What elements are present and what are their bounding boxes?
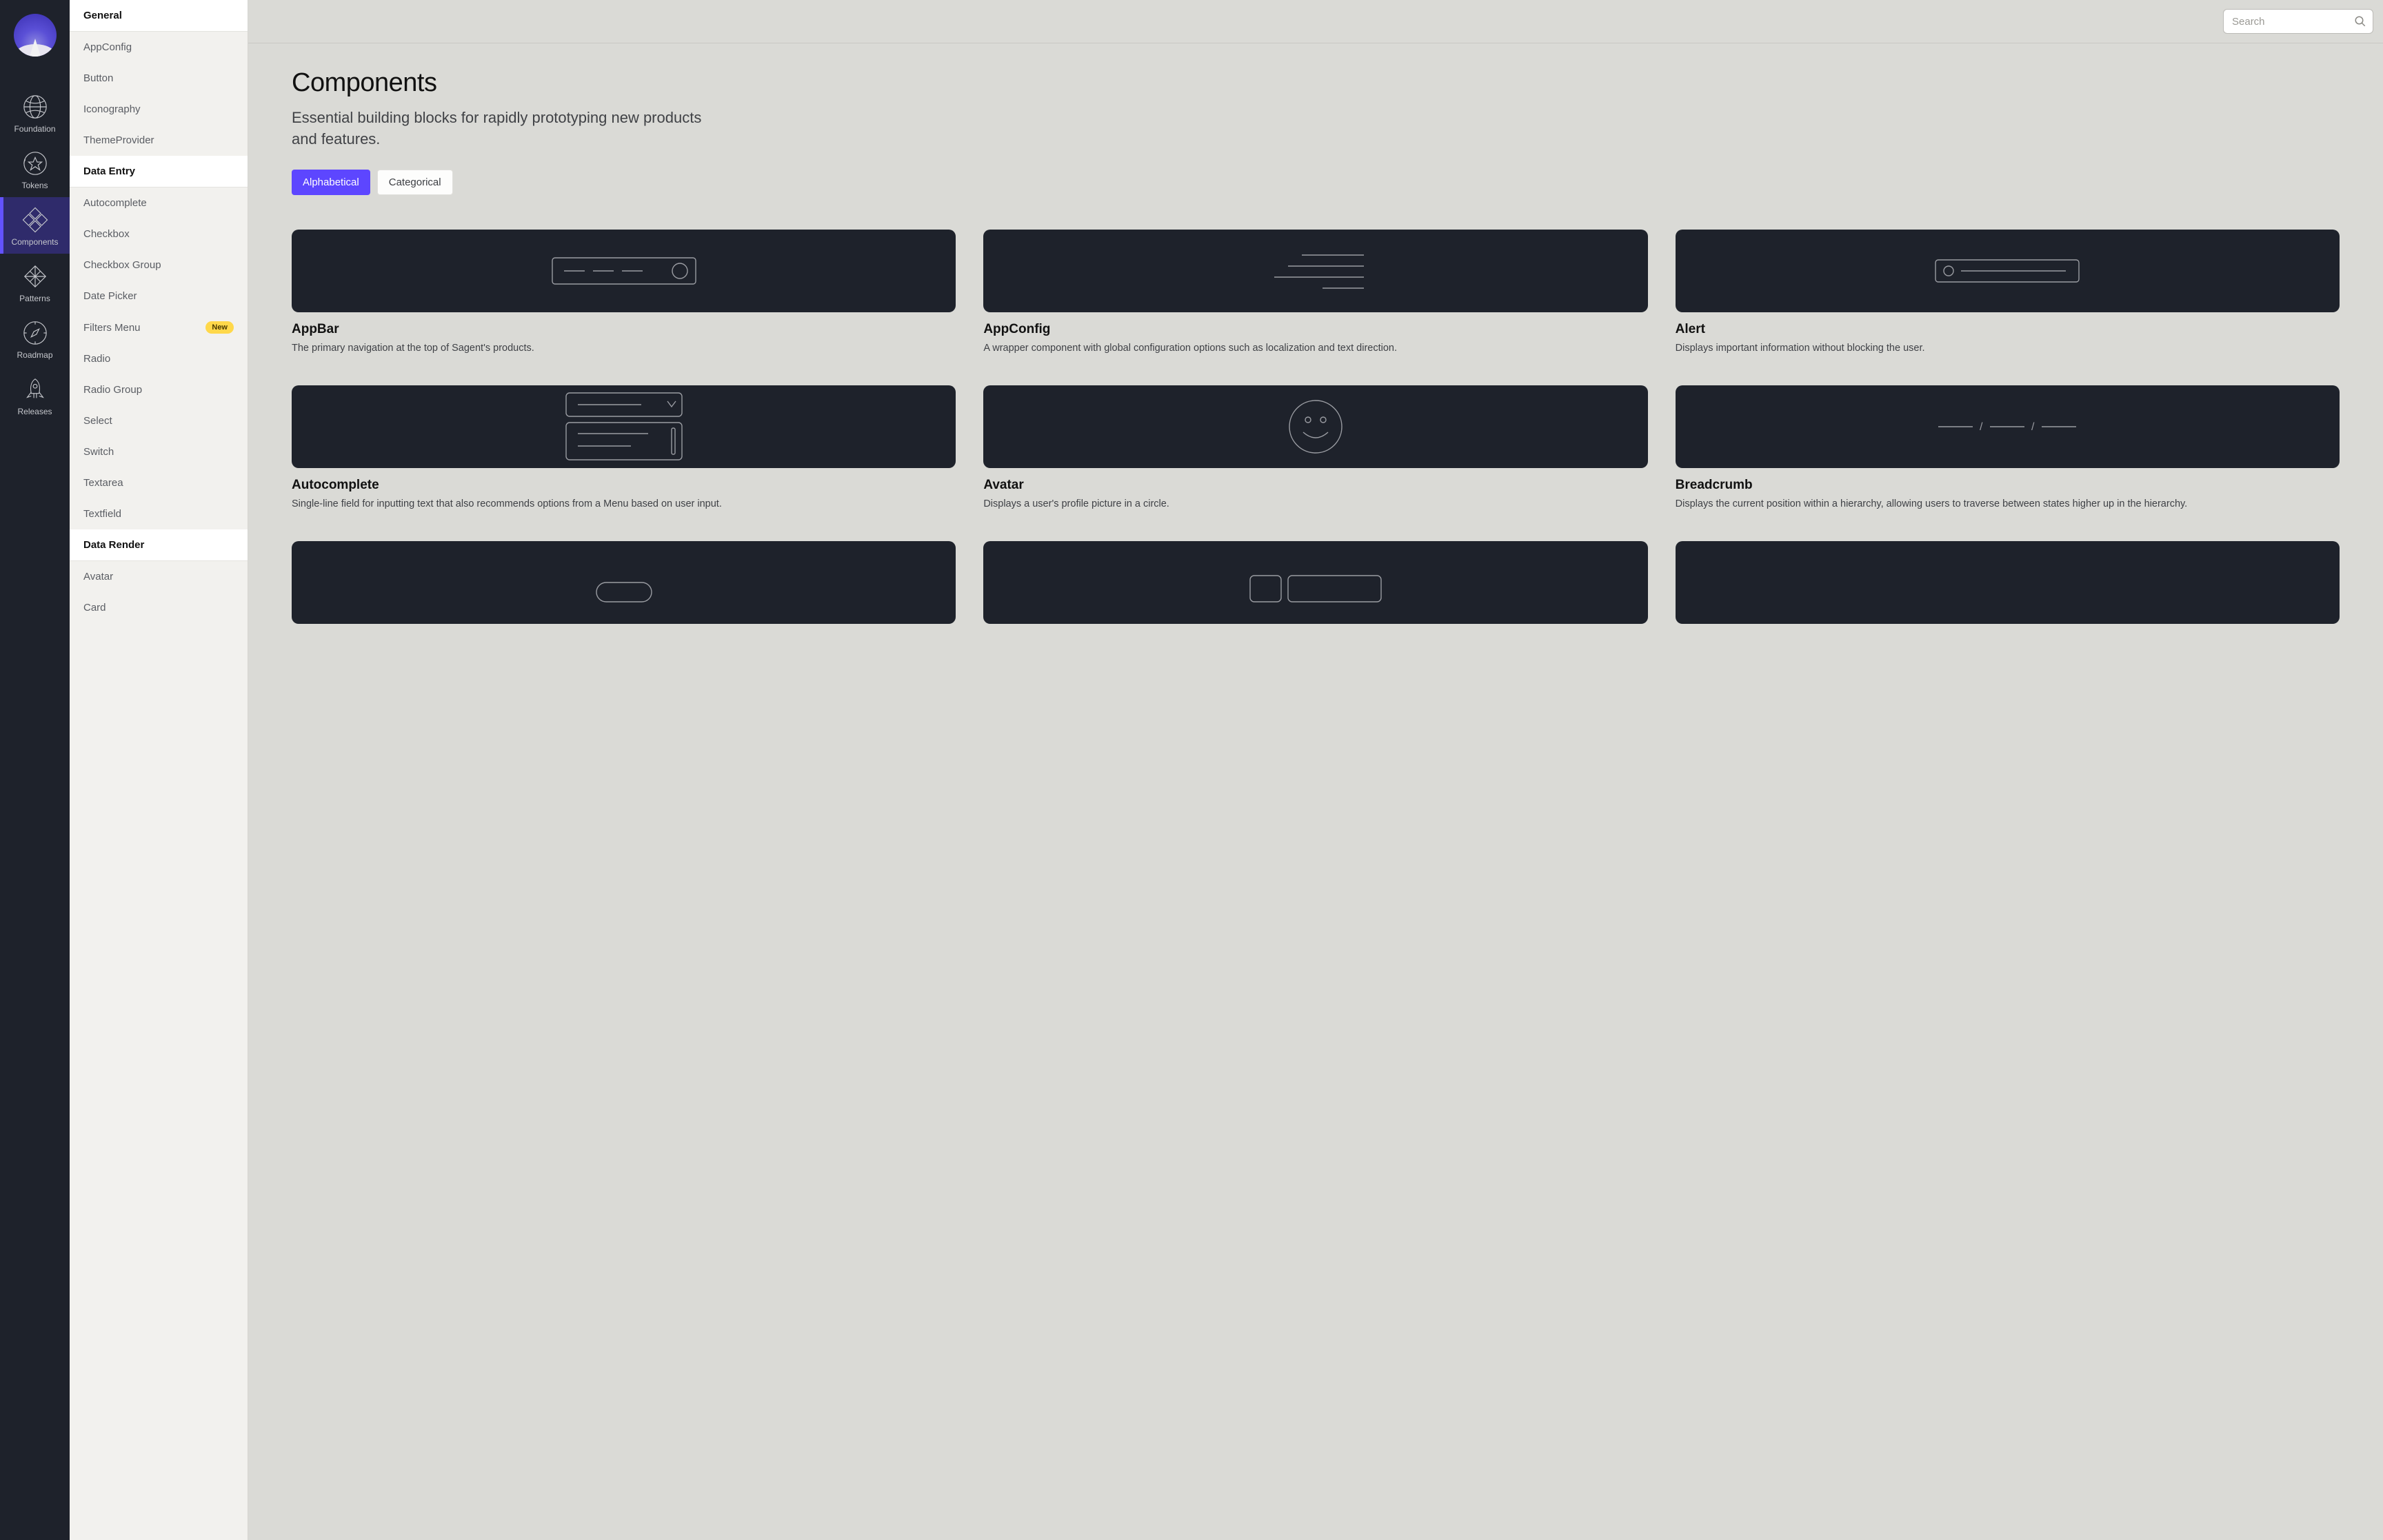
rocket-icon bbox=[22, 376, 48, 403]
rail-item-components[interactable]: Components bbox=[0, 197, 70, 254]
primary-rail: Foundation Tokens Components Patterns Ro… bbox=[0, 0, 70, 1540]
card-thumb bbox=[292, 230, 956, 312]
subnav-item[interactable]: Button bbox=[70, 63, 248, 94]
subnav-item[interactable]: Card bbox=[70, 592, 248, 623]
card-placeholder[interactable] bbox=[983, 541, 1647, 624]
card-thumb bbox=[292, 541, 956, 624]
topbar bbox=[248, 0, 2383, 43]
subnav-item[interactable]: AppConfig bbox=[70, 32, 248, 63]
card-thumb bbox=[983, 230, 1647, 312]
subnav-item[interactable]: Iconography bbox=[70, 94, 248, 125]
card-desc: Single-line field for inputting text tha… bbox=[292, 497, 956, 511]
subnav-item-label: Filters Menu bbox=[83, 322, 141, 334]
components-icon bbox=[22, 207, 48, 233]
card-desc: Displays a user's profile picture in a c… bbox=[983, 497, 1647, 511]
subnav-group-general[interactable]: General bbox=[70, 0, 248, 32]
card-thumb bbox=[1676, 230, 2340, 312]
rail-label: Roadmap bbox=[17, 350, 52, 360]
card-thumb bbox=[292, 385, 956, 468]
card-placeholder[interactable] bbox=[292, 541, 956, 624]
component-grid: AppBar The primary navigation at the top… bbox=[292, 230, 2340, 625]
search-wrapper bbox=[2223, 9, 2373, 34]
rail-item-patterns[interactable]: Patterns bbox=[0, 254, 70, 310]
card-thumb bbox=[983, 385, 1647, 468]
sort-alphabetical-button[interactable]: Alphabetical bbox=[292, 170, 370, 195]
sort-toggle: Alphabetical Categorical bbox=[292, 170, 2340, 195]
search-input[interactable] bbox=[2223, 9, 2373, 34]
card-autocomplete[interactable]: Autocomplete Single-line field for input… bbox=[292, 385, 956, 511]
rail-item-tokens[interactable]: Tokens bbox=[0, 141, 70, 197]
rail-label: Patterns bbox=[19, 294, 50, 303]
sort-categorical-button[interactable]: Categorical bbox=[377, 170, 453, 195]
card-placeholder[interactable] bbox=[1676, 541, 2340, 624]
card-thumb: // bbox=[1676, 385, 2340, 468]
grid-diamond-icon bbox=[22, 263, 48, 290]
page-title: Components bbox=[292, 68, 2340, 98]
coin-star-icon bbox=[22, 150, 48, 176]
subnav-item[interactable]: Radio bbox=[70, 343, 248, 374]
card-appconfig[interactable]: AppConfig A wrapper component with globa… bbox=[983, 230, 1647, 355]
component-subnav: General AppConfig Button Iconography The… bbox=[70, 0, 248, 1540]
rail-label: Foundation bbox=[14, 124, 55, 134]
rail-label: Releases bbox=[17, 407, 52, 416]
compass-icon bbox=[22, 320, 48, 346]
subnav-item[interactable]: Switch bbox=[70, 436, 248, 467]
card-title: Avatar bbox=[983, 478, 1647, 493]
search-icon bbox=[2354, 15, 2366, 28]
subnav-item-filters[interactable]: Filters Menu New bbox=[70, 312, 248, 343]
card-desc: Displays important information without b… bbox=[1676, 341, 2340, 355]
card-title: Autocomplete bbox=[292, 478, 956, 493]
subnav-item[interactable]: Textfield bbox=[70, 498, 248, 529]
svg-text:/: / bbox=[2031, 421, 2035, 433]
new-badge: New bbox=[205, 321, 234, 334]
page-subtitle: Essential building blocks for rapidly pr… bbox=[292, 108, 705, 150]
globe-icon bbox=[22, 94, 48, 120]
card-thumb bbox=[983, 541, 1647, 624]
rail-label: Tokens bbox=[21, 181, 48, 190]
subnav-item[interactable]: Textarea bbox=[70, 467, 248, 498]
rail-item-foundation[interactable]: Foundation bbox=[0, 84, 70, 141]
rail-item-roadmap[interactable]: Roadmap bbox=[0, 310, 70, 367]
svg-text:/: / bbox=[1980, 421, 1983, 433]
subnav-group-dataentry[interactable]: Data Entry bbox=[70, 156, 248, 188]
card-breadcrumb[interactable]: // Breadcrumb Displays the current posit… bbox=[1676, 385, 2340, 511]
main-region: Components Essential building blocks for… bbox=[248, 0, 2383, 1540]
card-title: AppBar bbox=[292, 322, 956, 337]
card-desc: A wrapper component with global configur… bbox=[983, 341, 1647, 355]
card-title: AppConfig bbox=[983, 322, 1647, 337]
card-appbar[interactable]: AppBar The primary navigation at the top… bbox=[292, 230, 956, 355]
subnav-item[interactable]: ThemeProvider bbox=[70, 125, 248, 156]
rail-label: Components bbox=[11, 237, 58, 247]
card-alert[interactable]: Alert Displays important information wit… bbox=[1676, 230, 2340, 355]
subnav-group-datarender[interactable]: Data Render bbox=[70, 529, 248, 561]
brand-logo bbox=[14, 14, 57, 57]
card-title: Alert bbox=[1676, 322, 2340, 337]
subnav-item[interactable]: Date Picker bbox=[70, 281, 248, 312]
card-title: Breadcrumb bbox=[1676, 478, 2340, 493]
card-thumb bbox=[1676, 541, 2340, 624]
subnav-item[interactable]: Autocomplete bbox=[70, 188, 248, 219]
card-desc: The primary navigation at the top of Sag… bbox=[292, 341, 956, 355]
subnav-item[interactable]: Checkbox bbox=[70, 219, 248, 250]
subnav-item[interactable]: Radio Group bbox=[70, 374, 248, 405]
subnav-item[interactable]: Avatar bbox=[70, 561, 248, 592]
card-desc: Displays the current position within a h… bbox=[1676, 497, 2340, 511]
rail-item-releases[interactable]: Releases bbox=[0, 367, 70, 423]
subnav-item[interactable]: Select bbox=[70, 405, 248, 436]
content-scroll[interactable]: Components Essential building blocks for… bbox=[248, 43, 2383, 1540]
card-avatar[interactable]: Avatar Displays a user's profile picture… bbox=[983, 385, 1647, 511]
subnav-item[interactable]: Checkbox Group bbox=[70, 250, 248, 281]
